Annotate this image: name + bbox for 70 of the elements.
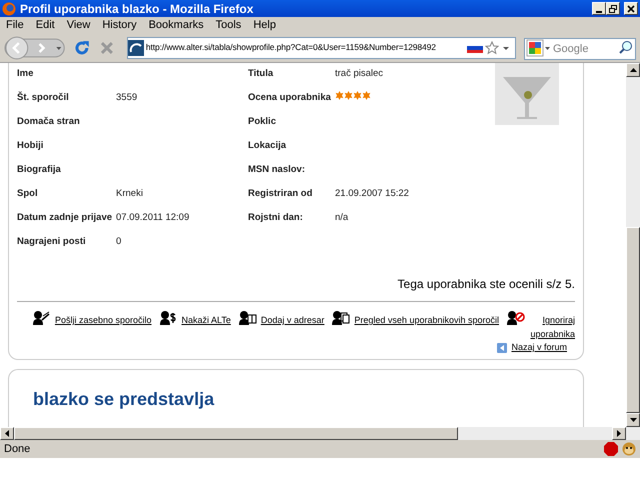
firefox-icon <box>2 2 16 16</box>
field-value: 0 <box>116 236 122 247</box>
star-icon <box>344 91 353 100</box>
scroll-up-icon[interactable] <box>630 68 636 72</box>
person-icon <box>160 310 178 325</box>
back-arrow-icon <box>497 342 508 353</box>
field-label: Hobiji <box>17 140 44 151</box>
field-label: MSN naslov: <box>248 164 306 175</box>
search-engine-icon[interactable] <box>526 38 552 56</box>
field-label: Registriran od <box>248 188 312 199</box>
person-icon <box>507 310 525 325</box>
menu-item[interactable]: History <box>96 17 143 33</box>
monkey-icon[interactable] <box>622 442 636 456</box>
action-link[interactable]: Nakaži ALTe <box>182 310 231 328</box>
person-icon <box>332 310 350 325</box>
field-value: Krneki <box>116 188 143 199</box>
field-label: Ocena uporabnika <box>248 92 331 103</box>
vertical-scrollbar[interactable] <box>626 63 640 427</box>
action-link[interactable]: Pošlji zasebno sporočilo <box>54 310 152 328</box>
back-link[interactable]: Nazaj v forum <box>511 341 567 354</box>
field-value: n/a <box>335 212 348 223</box>
menu-item[interactable]: File <box>0 17 30 33</box>
field-label: Št. sporočil <box>17 92 69 103</box>
menu-item[interactable]: Tools <box>210 17 248 33</box>
action-link[interactable]: Dodaj v adresar <box>260 310 324 328</box>
field-value: 21.09.2007 15:22 <box>335 188 409 199</box>
star-icon <box>335 91 344 100</box>
scroll-right-icon[interactable] <box>617 430 621 437</box>
field-label: Domača stran <box>17 116 80 127</box>
close-icon[interactable] <box>627 4 635 12</box>
menu-item[interactable]: Help <box>247 17 282 33</box>
rating-note: Tega uporabnika ste ocenili s/z 5. <box>398 277 575 291</box>
stop-sign-icon[interactable] <box>604 442 618 456</box>
back-forward-buttons-drawing[interactable] <box>4 36 66 60</box>
menu-item[interactable]: Bookmarks <box>142 17 210 33</box>
field-label: Rojstni dan: <box>248 212 303 223</box>
restore-icon[interactable] <box>609 4 617 12</box>
site-icon <box>128 40 144 56</box>
restore-button[interactable] <box>606 2 620 15</box>
field-label: Lokacija <box>248 140 286 151</box>
field-label: Titula <box>248 68 274 79</box>
field-label: Nagrajeni posti <box>17 236 86 247</box>
star-icon <box>353 91 362 100</box>
action-link[interactable]: Ignoriraj uporabnika <box>529 310 575 341</box>
field-value: trač pisalec <box>335 68 384 79</box>
status-text: Done <box>4 442 32 457</box>
scroll-left-icon[interactable] <box>5 430 9 437</box>
menu-item[interactable]: Edit <box>30 17 61 33</box>
star-icon <box>362 91 371 100</box>
window-title: Profil uporabnika blazko - Mozilla Firefox <box>20 0 254 18</box>
search-icon[interactable] <box>619 40 633 54</box>
scroll-down-icon[interactable] <box>630 418 636 422</box>
field-value: 3559 <box>116 92 138 103</box>
field-value: 07.09.2011 12:09 <box>116 212 190 223</box>
intro-heading: blazko se predstavlja <box>33 388 216 411</box>
field-label: Spol <box>17 188 38 199</box>
person-icon <box>32 310 51 325</box>
person-icon <box>238 310 257 325</box>
menu-item[interactable]: View <box>60 17 96 33</box>
field-label: Poklic <box>248 116 276 127</box>
address-bar[interactable]: http://www.alter.si/tabla/showprofile.php?Cat=0&User=1159&Number=1298492 <box>126 36 516 58</box>
field-label: Ime <box>17 68 34 79</box>
action-link[interactable]: Pregled vseh uporabnikovih sporočil <box>354 310 499 328</box>
star-icon[interactable] <box>485 40 499 54</box>
minimize-button[interactable] <box>592 2 606 15</box>
field-label: Biografija <box>17 164 61 175</box>
close-button[interactable] <box>624 2 638 15</box>
photo-placeholder <box>495 63 559 125</box>
field-label: Datum zadnje prijave <box>17 212 112 223</box>
reload-icon[interactable] <box>73 38 92 56</box>
